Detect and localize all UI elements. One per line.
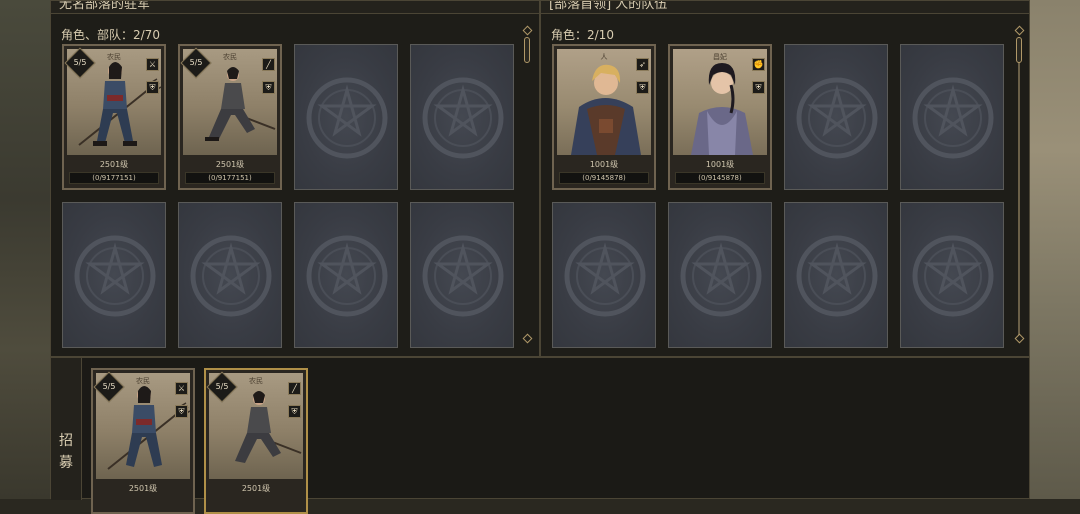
- scrollbar-thumb[interactable]: [1016, 37, 1022, 63]
- empty-slot[interactable]: [62, 202, 166, 348]
- garrison-header: 无名部落的驻军: [51, 1, 539, 14]
- hero-level: 1001级: [589, 160, 619, 169]
- empty-slot[interactable]: [668, 202, 772, 348]
- fist-icon: ✊: [752, 58, 765, 71]
- scroll-up-icon[interactable]: [522, 25, 533, 36]
- empty-slot[interactable]: [178, 202, 282, 348]
- team-header: [部落首领] 人的队伍: [541, 1, 1029, 14]
- sword-icon: ⚔: [146, 58, 159, 71]
- hero-card[interactable]: 人 ➶ ⛨ 1001级 (0/9145878): [552, 44, 656, 190]
- emblem-icon: [912, 235, 994, 317]
- bow-icon: ➶: [636, 58, 649, 71]
- recruit-panel: 招募 农民 5/5 ⚔ ⛨ 2501级 农民 5/5 ╱ ⛨ 2501级: [50, 357, 1030, 514]
- garrison-title: 无名部落的驻军: [59, 1, 151, 12]
- recruit-tab-label: 招募: [59, 433, 73, 471]
- emblem-icon: [306, 77, 388, 159]
- hero-level: 1001级: [705, 160, 735, 169]
- shield-icon: ⛨: [752, 81, 765, 94]
- emblem-icon: [306, 235, 388, 317]
- emblem-icon: [422, 235, 504, 317]
- emblem-icon: [190, 235, 272, 317]
- spear-icon: ╱: [288, 382, 301, 395]
- empty-slot[interactable]: [294, 202, 398, 348]
- star-count: 5/5: [215, 382, 229, 391]
- world-background-right: [1030, 0, 1080, 499]
- scrollbar-thumb[interactable]: [524, 37, 530, 63]
- hero-exp: (0/9145878): [675, 172, 765, 184]
- recruit-tab[interactable]: 招募: [51, 358, 82, 500]
- empty-slot[interactable]: [410, 202, 514, 348]
- scroll-down-icon[interactable]: [522, 333, 533, 344]
- star-count: 5/5: [73, 58, 87, 67]
- emblem-icon: [74, 235, 156, 317]
- empty-slot[interactable]: [410, 44, 514, 190]
- empty-slot[interactable]: [784, 44, 888, 190]
- unit-level: 2501级: [128, 484, 158, 493]
- emblem-icon: [422, 77, 504, 159]
- spear-icon: ╱: [262, 58, 275, 71]
- unit-exp: (0/9177151): [185, 172, 275, 184]
- garrison-panel: 无名部落的驻军 角色、部队：2/70 农民 5/5 ⚔ ⛨ 2501级 (0/9…: [50, 0, 540, 357]
- team-count: 角色：2/10: [551, 28, 614, 42]
- recruit-card-selected[interactable]: 农民 5/5 ╱ ⛨ 2501级: [204, 368, 308, 514]
- hero-exp: (0/9145878): [559, 172, 649, 184]
- shield-icon: ⛨: [175, 405, 188, 418]
- shield-icon: ⛨: [636, 81, 649, 94]
- unit-card[interactable]: 农民 5/5 ╱ ⛨ 2501级 (0/9177151): [178, 44, 282, 190]
- empty-slot[interactable]: [294, 44, 398, 190]
- sword-icon: ⚔: [175, 382, 188, 395]
- emblem-icon: [796, 235, 878, 317]
- unit-exp: (0/9177151): [69, 172, 159, 184]
- emblem-icon: [912, 77, 994, 159]
- star-count: 5/5: [189, 58, 203, 67]
- empty-slot[interactable]: [784, 202, 888, 348]
- emblem-icon: [796, 77, 878, 159]
- empty-slot[interactable]: [900, 202, 1004, 348]
- team-title: [部落首领] 人的队伍: [549, 1, 668, 12]
- emblem-icon: [680, 235, 762, 317]
- empty-slot[interactable]: [552, 202, 656, 348]
- unit-card[interactable]: 农民 5/5 ⚔ ⛨ 2501级 (0/9177151): [62, 44, 166, 190]
- emblem-icon: [564, 235, 646, 317]
- unit-level: 2501级: [215, 160, 245, 169]
- scroll-down-icon[interactable]: [1014, 333, 1025, 344]
- shield-icon: ⛨: [262, 81, 275, 94]
- hero-card[interactable]: 昌妃 ✊ ⛨ 1001级 (0/9145878): [668, 44, 772, 190]
- unit-level: 2501级: [241, 484, 271, 493]
- world-background-left: [0, 0, 50, 499]
- scroll-up-icon[interactable]: [1014, 25, 1025, 36]
- unit-level: 2501级: [99, 160, 129, 169]
- team-panel: [部落首领] 人的队伍 角色：2/10 人 ➶ ⛨ 1001级 (0/91458…: [540, 0, 1030, 357]
- recruit-card[interactable]: 农民 5/5 ⚔ ⛨ 2501级: [91, 368, 195, 514]
- empty-slot[interactable]: [900, 44, 1004, 190]
- scrollbar-track[interactable]: [1018, 37, 1020, 335]
- shield-icon: ⛨: [146, 81, 159, 94]
- shield-icon: ⛨: [288, 405, 301, 418]
- garrison-count: 角色、部队：2/70: [61, 28, 160, 42]
- star-count: 5/5: [102, 382, 116, 391]
